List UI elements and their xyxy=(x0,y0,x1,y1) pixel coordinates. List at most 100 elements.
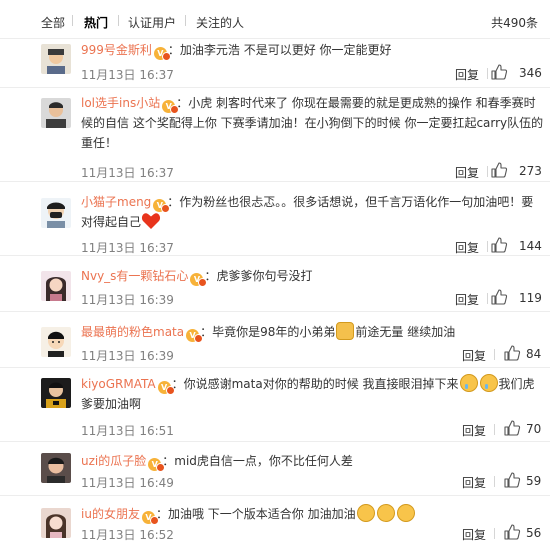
reply-button[interactable]: 回复 xyxy=(455,291,479,308)
vip-badge-icon: V xyxy=(141,511,159,525)
tab-following[interactable]: 关注的人 xyxy=(196,14,244,31)
action-divider xyxy=(494,476,495,487)
comment-username[interactable]: Nvy_s有一颗钻石心 xyxy=(81,269,188,283)
tab-all[interactable]: 全部 xyxy=(41,14,65,31)
comment-username[interactable]: lol选手ins小站 xyxy=(81,96,160,110)
avatar[interactable] xyxy=(41,44,71,74)
comment-item: 最最萌的粉色mata V ：毕竟你是98年的小弟弟 前途无量 继续加油 11月13日 … xyxy=(0,312,550,368)
comment-text: 999号金斯利 V ：加油李元浩 不是可以更好 你一定能更好 xyxy=(81,40,544,61)
action-divider xyxy=(487,293,488,304)
comment-time: 11月13日 16:37 xyxy=(81,68,174,82)
thumbs-up-icon[interactable] xyxy=(490,236,508,254)
comment-item: 999号金斯利 V ：加油李元浩 不是可以更好 你一定能更好 11月13日 16:3… xyxy=(0,38,550,88)
action-divider xyxy=(487,241,488,252)
comment-text: iu的女朋友 V ：加油哦 下一个版本适合你 加油加油 xyxy=(81,504,544,525)
avatar[interactable] xyxy=(41,453,71,483)
like-count: 56 xyxy=(526,526,542,540)
avatar[interactable] xyxy=(41,508,71,538)
tab-verified-users[interactable]: 认证用户 xyxy=(128,14,176,31)
crying-emoji-icon xyxy=(479,374,498,392)
comment-time: 11月13日 16:37 xyxy=(81,166,174,180)
action-divider xyxy=(494,528,495,539)
vip-badge-icon: V xyxy=(157,381,175,395)
avatar[interactable] xyxy=(41,198,71,228)
comment-username[interactable]: kiyoGRMATA xyxy=(81,377,156,391)
vip-badge-icon: V xyxy=(162,100,180,114)
comment-item: 小猫子meng V ：作为粉丝也很忐忑。。很多话想说，但千言万语化作一句加油吧！要对… xyxy=(0,182,550,256)
thumbs-up-icon[interactable] xyxy=(503,523,521,541)
cat-emoji-icon xyxy=(336,322,355,340)
comment-time: 11月13日 16:39 xyxy=(81,293,174,307)
crying-emoji-icon xyxy=(459,374,478,392)
vip-badge-icon: V xyxy=(190,273,208,287)
thumbs-up-icon[interactable] xyxy=(503,471,521,489)
avatar[interactable] xyxy=(41,378,71,408)
like-count: 70 xyxy=(526,422,542,436)
comment-text: lol选手ins小站 V ：小虎 刺客时代来了 你现在最需要的就是更成熟的操作 和春… xyxy=(81,93,544,153)
thumbs-up-icon[interactable] xyxy=(503,419,521,437)
comment-item: kiyoGRMATA V ：你说感谢mata对你的帮助的时候 我直接眼泪掉下来 我们虎… xyxy=(0,368,550,442)
action-divider xyxy=(487,68,488,79)
comment-time: 11月13日 16:49 xyxy=(81,476,174,490)
comment-body-start: ：毕竟你是98年的小弟弟 xyxy=(200,325,336,339)
thumbs-up-icon[interactable] xyxy=(490,161,508,179)
avatar[interactable] xyxy=(41,327,71,357)
reply-button[interactable]: 回复 xyxy=(462,422,486,439)
like-count: 346 xyxy=(519,66,542,80)
vip-badge-icon: V xyxy=(148,458,166,472)
comment-body: ：加油哦 下一个版本适合你 加油加油 xyxy=(155,507,356,521)
comment-total-count: 共490条 xyxy=(491,16,538,30)
comment-filter-bar: 全部 热门 认证用户 关注的人 共490条 xyxy=(0,0,550,39)
comment-username[interactable]: 999号金斯利 xyxy=(81,43,152,57)
vip-badge-icon: V xyxy=(186,329,204,343)
comment-text: uzi的瓜子脸 V ：mid虎自信一点，你不比任何人差 xyxy=(81,451,544,472)
comment-body: ：加油李元浩 不是可以更好 你一定能更好 xyxy=(167,43,392,57)
reply-button[interactable]: 回复 xyxy=(462,347,486,364)
like-count: 273 xyxy=(519,164,542,178)
avatar[interactable] xyxy=(41,271,71,301)
smile-emoji-icon xyxy=(376,504,395,522)
tab-divider xyxy=(72,15,73,26)
comment-time: 11月13日 16:52 xyxy=(81,528,174,542)
comment-username[interactable]: iu的女朋友 xyxy=(81,507,140,521)
comment-text: 小猫子meng V ：作为粉丝也很忐忑。。很多话想说，但千言万语化作一句加油吧！要对… xyxy=(81,192,544,232)
vip-badge-icon: V xyxy=(153,47,171,61)
thumbs-up-icon[interactable] xyxy=(490,288,508,306)
tab-divider xyxy=(118,15,119,26)
action-divider xyxy=(487,166,488,177)
tab-hot[interactable]: 热门 xyxy=(84,14,108,31)
vip-badge-icon: V xyxy=(153,199,171,213)
reply-button[interactable]: 回复 xyxy=(462,474,486,491)
comment-item: uzi的瓜子脸 V ：mid虎自信一点，你不比任何人差 11月13日 16:49 回… xyxy=(0,442,550,496)
comment-body-start: ：你说感谢mata对你的帮助的时候 我直接眼泪掉下来 xyxy=(171,377,459,391)
comment-item: lol选手ins小站 V ：小虎 刺客时代来了 你现在最需要的就是更成熟的操作 和春… xyxy=(0,88,550,182)
smile-emoji-icon xyxy=(356,504,375,522)
comment-body: ：虎爹爹你句号没打 xyxy=(204,269,313,283)
action-divider xyxy=(494,424,495,435)
comment-time: 11月13日 16:37 xyxy=(81,241,174,255)
action-divider xyxy=(494,349,495,360)
reply-button[interactable]: 回复 xyxy=(455,164,479,181)
reply-button[interactable]: 回复 xyxy=(462,526,486,543)
avatar[interactable] xyxy=(41,98,71,128)
like-count: 119 xyxy=(519,291,542,305)
comment-text: kiyoGRMATA V ：你说感谢mata对你的帮助的时候 我直接眼泪掉下来 我们虎… xyxy=(81,374,544,414)
heart-emoji-icon xyxy=(141,212,161,230)
reply-button[interactable]: 回复 xyxy=(455,66,479,83)
comment-item: Nvy_s有一颗钻石心 V ：虎爹爹你句号没打 11月13日 16:39 回复 11… xyxy=(0,256,550,312)
comment-body-end: 前途无量 继续加油 xyxy=(355,325,456,339)
comment-body: ：mid虎自信一点，你不比任何人差 xyxy=(162,454,353,468)
comment-text: Nvy_s有一颗钻石心 V ：虎爹爹你句号没打 xyxy=(81,266,544,287)
like-count: 84 xyxy=(526,347,542,361)
comment-username[interactable]: 最最萌的粉色mata xyxy=(81,325,184,339)
tab-divider xyxy=(185,15,186,26)
comment-username[interactable]: 小猫子meng xyxy=(81,195,151,209)
thumbs-up-icon[interactable] xyxy=(490,63,508,81)
comment-username[interactable]: uzi的瓜子脸 xyxy=(81,454,146,468)
like-count: 59 xyxy=(526,474,542,488)
comment-item: iu的女朋友 V ：加油哦 下一个版本适合你 加油加油 11月13日 16:52 回… xyxy=(0,496,550,542)
thumbs-up-icon[interactable] xyxy=(503,344,521,362)
reply-button[interactable]: 回复 xyxy=(455,239,479,256)
comment-text: 最最萌的粉色mata V ：毕竟你是98年的小弟弟 前途无量 继续加油 xyxy=(81,322,544,343)
smile-emoji-icon xyxy=(396,504,415,522)
